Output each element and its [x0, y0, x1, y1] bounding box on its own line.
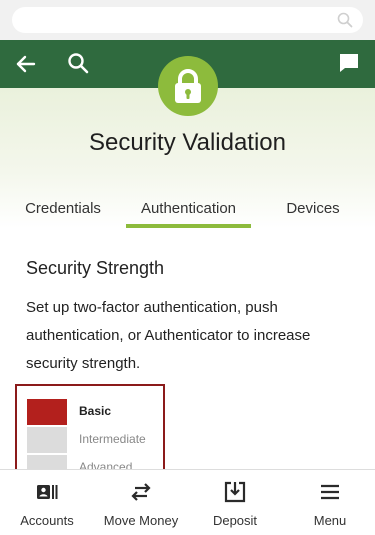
strength-swatch	[27, 427, 67, 453]
section-description: Set up two-factor authentication, push a…	[26, 299, 311, 372]
strength-level-intermediate: Intermediate	[27, 427, 157, 453]
menu-icon	[321, 484, 339, 500]
chat-icon[interactable]	[337, 51, 361, 75]
search-icon	[337, 12, 353, 28]
bottom-nav: Accounts Move Money Deposit Menu	[0, 469, 375, 535]
nav-label: Menu	[313, 513, 347, 528]
strength-level-label: Basic	[79, 404, 112, 418]
back-arrow-icon[interactable]	[14, 52, 38, 76]
strength-level-basic: Basic	[27, 399, 157, 425]
nav-move-money[interactable]: Move Money	[96, 470, 186, 535]
tab-bar: Credentials Authentication Devices	[0, 188, 375, 228]
tab-devices[interactable]: Devices	[262, 188, 364, 228]
nav-label: Accounts	[20, 513, 74, 528]
nav-label: Move Money	[103, 513, 179, 528]
lock-icon	[158, 56, 218, 116]
accounts-icon	[37, 485, 58, 499]
address-bar[interactable]	[12, 7, 363, 33]
search-icon[interactable]	[66, 51, 90, 75]
nav-label: Deposit	[212, 513, 258, 528]
strength-level-label: Intermediate	[79, 432, 146, 446]
nav-menu[interactable]: Menu	[285, 470, 375, 535]
page-title: Security Validation	[89, 129, 286, 156]
strength-swatch	[27, 399, 67, 425]
deposit-icon	[224, 481, 246, 503]
nav-deposit[interactable]: Deposit	[190, 470, 280, 535]
active-tab-indicator	[126, 224, 251, 228]
nav-accounts[interactable]: Accounts	[2, 470, 92, 535]
section-title: Security Strength	[26, 258, 165, 278]
browser-bar	[0, 0, 375, 40]
tab-authentication[interactable]: Authentication	[126, 188, 251, 228]
transfer-arrows-icon	[131, 483, 151, 501]
tab-credentials[interactable]: Credentials	[10, 188, 116, 228]
